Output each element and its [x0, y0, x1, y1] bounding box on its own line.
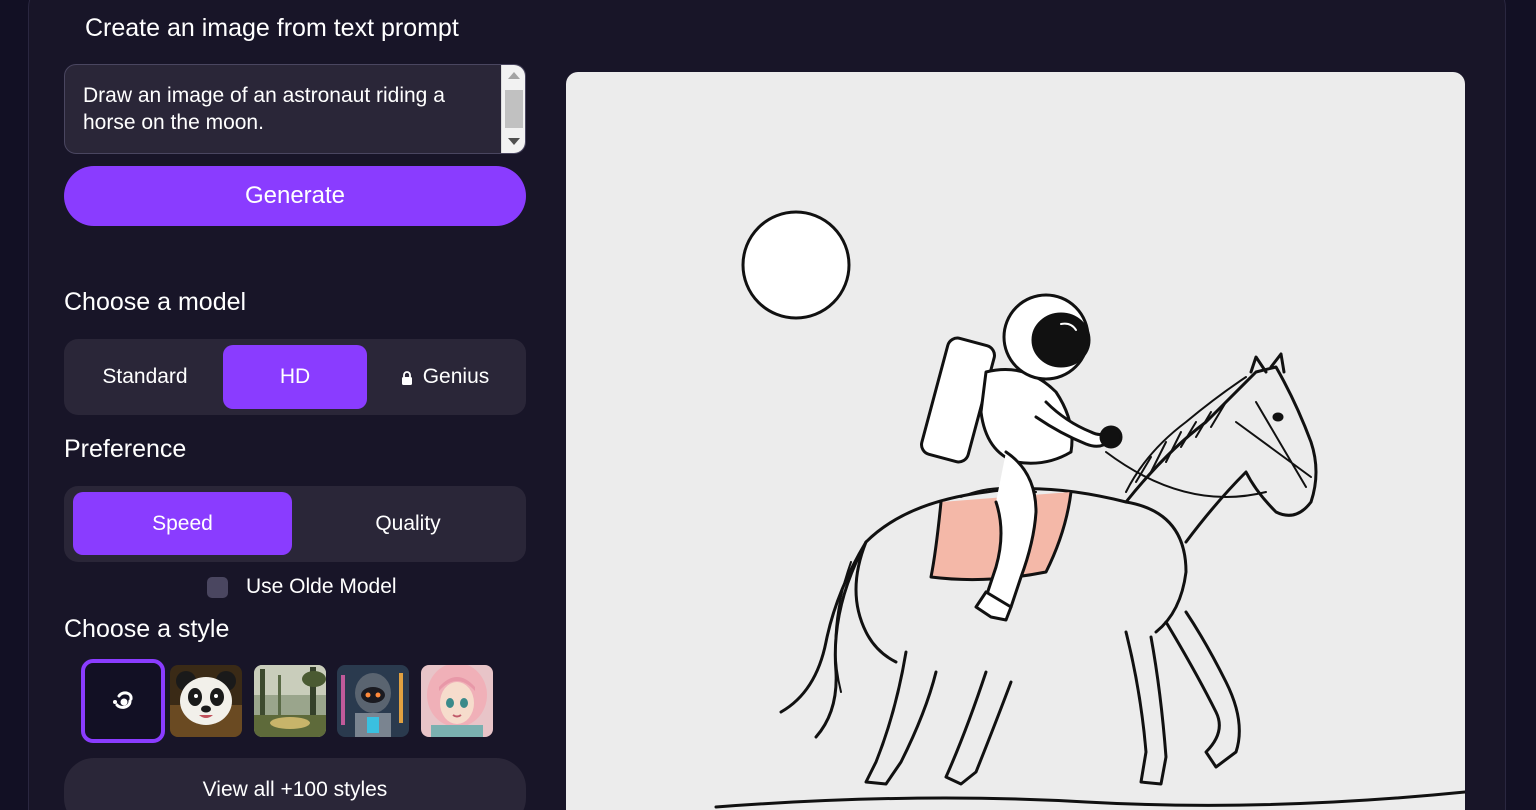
preference-option-quality-label: Quality [375, 511, 441, 535]
prompt-text[interactable]: Draw an image of an astronaut riding a h… [83, 82, 493, 136]
model-option-hd[interactable]: HD [223, 345, 367, 409]
model-option-standard[interactable]: Standard [72, 345, 218, 409]
style-thumb-robot[interactable] [337, 665, 409, 737]
view-all-styles-label: View all +100 styles [202, 778, 388, 801]
model-section-label: Choose a model [64, 288, 247, 316]
style-thumb-forest[interactable] [254, 665, 326, 737]
anime-girl-thumb [421, 665, 493, 737]
style-thumb-none[interactable] [81, 659, 165, 743]
style-section-label: Choose a style [64, 615, 230, 643]
generated-image-preview [566, 72, 1465, 810]
style-thumb-panda[interactable] [170, 665, 242, 737]
scroll-thumb[interactable] [505, 90, 523, 128]
preference-option-speed-label: Speed [152, 511, 213, 535]
preference-option-quality[interactable]: Quality [298, 492, 518, 555]
view-all-styles-button[interactable]: View all +100 styles [64, 758, 526, 810]
prompt-scrollbar[interactable] [501, 65, 525, 153]
preference-selector: Speed Quality [64, 486, 526, 562]
model-selector: Standard HD Genius [64, 339, 526, 415]
panda-thumb [170, 665, 242, 737]
model-option-genius[interactable]: Genius [372, 345, 518, 409]
generate-button[interactable]: Generate [64, 166, 526, 226]
page-title: Create an image from text prompt [85, 14, 459, 42]
prompt-textarea[interactable]: Draw an image of an astronaut riding a h… [64, 64, 526, 154]
model-option-standard-label: Standard [102, 365, 188, 388]
preference-option-speed[interactable]: Speed [73, 492, 292, 555]
scroll-up-arrow-icon[interactable] [508, 72, 520, 79]
model-option-hd-label: HD [279, 365, 311, 388]
old-model-checkbox[interactable] [207, 577, 228, 598]
forest-landscape-thumb [254, 665, 326, 737]
astronaut-horse-drawing [714, 210, 1465, 809]
preference-section-label: Preference [64, 435, 187, 463]
robot-thumb [337, 665, 409, 737]
lock-icon [401, 371, 412, 385]
style-thumb-anime[interactable] [421, 665, 493, 737]
no-style-icon [113, 691, 133, 709]
scroll-down-arrow-icon[interactable] [508, 138, 520, 145]
old-model-label[interactable]: Use Olde Model [246, 575, 397, 599]
model-option-genius-label: Genius [422, 365, 490, 388]
